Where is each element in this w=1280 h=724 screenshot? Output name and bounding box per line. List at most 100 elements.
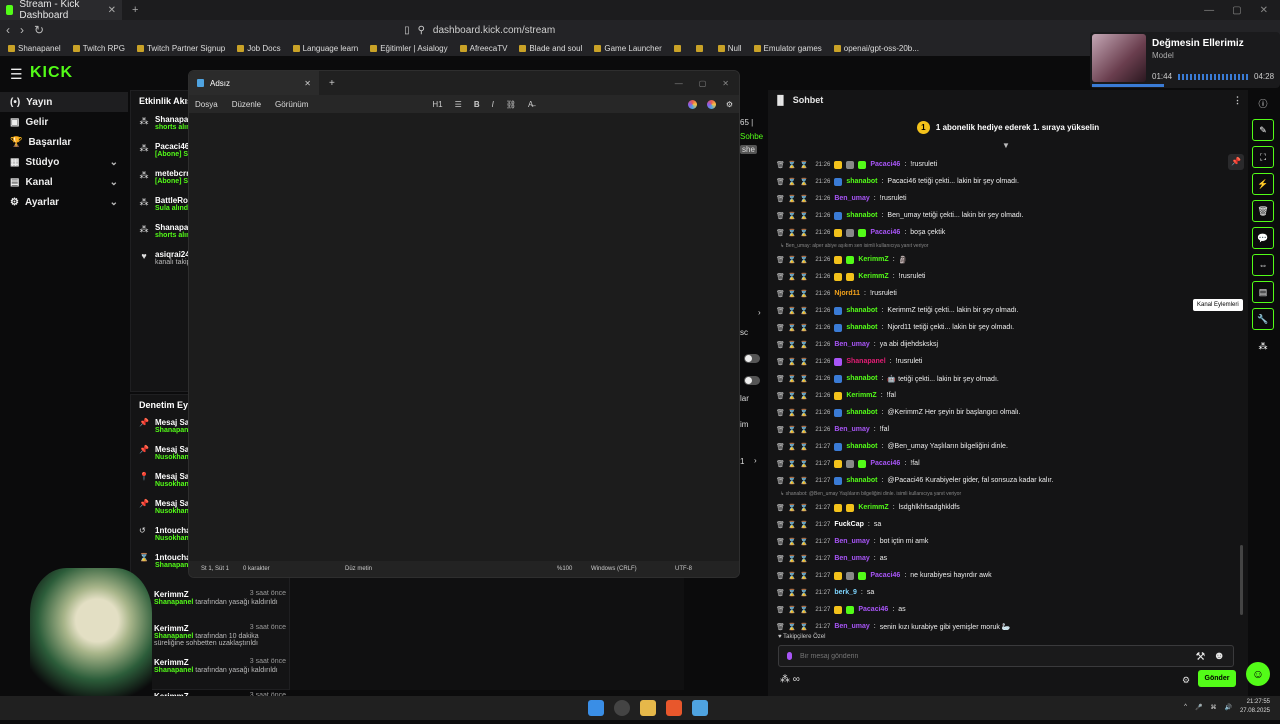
chat-message[interactable]: 🗑⌛⌛ 21:27 Ben_umay: as [776, 550, 1236, 567]
brave-browser-icon[interactable] [666, 700, 682, 716]
close-tab-icon[interactable]: ✕ [304, 79, 311, 88]
chat-message[interactable]: 🗑⌛⌛ 21:27 shanabot: @Ben_umay Yaşlıların bi… [776, 438, 1236, 455]
reload-icon[interactable]: ↻ [34, 23, 44, 37]
mod-quick-actions-icon[interactable]: 🗑⌛⌛ [776, 623, 811, 631]
kick-logo[interactable]: KICK [30, 64, 73, 82]
chat-collapse-icon[interactable]: ▐▌ [774, 95, 787, 105]
mod-quick-actions-icon[interactable]: 🗑⌛⌛ [776, 341, 811, 349]
chevron-right-icon[interactable]: › [754, 456, 757, 465]
chat-message[interactable]: 🗑⌛⌛ 21:26 shanabot: Pacaci46 tetiği çekti..… [776, 173, 1236, 190]
chat-message[interactable]: 🗑⌛⌛ 21:27 berk_9: sa [776, 584, 1236, 601]
screen-capture-icon[interactable]: ⛶ [1252, 146, 1274, 168]
message-username[interactable]: shanabot [846, 212, 877, 219]
chat-message[interactable]: 🗑⌛⌛ 21:26 Shanapanel: !rusruleti [776, 353, 1236, 370]
mod-quick-actions-icon[interactable]: 🗑⌛⌛ [776, 256, 811, 264]
lightning-icon[interactable]: ⚡ [1252, 173, 1274, 195]
clear-format-icon[interactable]: A̶ [528, 100, 533, 109]
media-waveform[interactable] [1178, 74, 1250, 80]
sidebar-item-gelir[interactable]: ▣ Gelir [0, 112, 128, 132]
chat-message-input[interactable] [800, 652, 1188, 660]
mod-quick-actions-icon[interactable]: 🗑⌛⌛ [776, 273, 811, 281]
moderation-history-item[interactable]: KerimmZ 3 saat önce Shanapanel tarafından … [150, 588, 290, 622]
chat-menu-icon[interactable]: ⋮ [1233, 95, 1242, 106]
account-icon[interactable] [706, 99, 716, 109]
new-tab-button[interactable]: + [122, 4, 148, 16]
mod-quick-actions-icon[interactable]: 🗑⌛⌛ [776, 409, 811, 417]
mod-quick-actions-icon[interactable]: 🗑⌛⌛ [776, 195, 811, 203]
sidebar-item-başarılar[interactable]: 🏆 Başarılar [0, 132, 128, 152]
gift-sub-banner[interactable]: 1 1 abonelik hediye ederek 1. sıraya yük… [768, 110, 1248, 144]
mod-quick-actions-icon[interactable]: 🗑⌛⌛ [776, 161, 811, 169]
bookmark-item[interactable]: Null [717, 44, 742, 53]
chat-message[interactable]: 🗑⌛⌛ 21:26 Njord11: !rusruleti [776, 285, 1236, 302]
hamburger-menu-icon[interactable]: ☰ [10, 66, 23, 83]
chat-message[interactable]: 🗑⌛⌛ 21:26 shanabot: Ben_umay tetiği çekti..… [776, 207, 1236, 224]
mod-quick-actions-icon[interactable]: 🗑⌛⌛ [776, 589, 811, 597]
send-button[interactable]: Gönder [1198, 670, 1236, 687]
chat-message[interactable]: 🗑⌛⌛ 21:27 Ben_umay: bot içtin mi amk [776, 533, 1236, 550]
message-username[interactable]: KerimmZ [858, 256, 888, 263]
notepad-icon[interactable] [692, 700, 708, 716]
mod-quick-actions-icon[interactable]: 🗑⌛⌛ [776, 538, 811, 546]
chat-input-box[interactable]: ⚒ ☻ [778, 645, 1234, 667]
settings-gear-icon[interactable]: ⚙ [726, 100, 733, 109]
maximize-icon[interactable]: ▢ [699, 79, 707, 88]
chat-scrollbar[interactable] [1240, 545, 1243, 615]
message-username[interactable]: Pacaci46 [870, 161, 900, 168]
chat-message[interactable]: 🗑⌛⌛ 21:27 Ben_umay: senin kızı kurabiye gib… [776, 618, 1236, 635]
microphone-icon[interactable] [787, 652, 792, 660]
minimize-icon[interactable]: — [1204, 5, 1214, 16]
mod-quick-actions-icon[interactable]: 🗑⌛⌛ [776, 443, 811, 451]
bookmark-item[interactable]: Blade and soul [519, 44, 582, 53]
message-username[interactable]: Ben_umay [834, 538, 869, 545]
bookmark-item[interactable] [695, 44, 706, 52]
chat-message[interactable]: 🗑⌛⌛ 21:27 shanabot: @Pacaci46 Kurabiyeler g… [776, 472, 1236, 489]
mod-quick-actions-icon[interactable]: 🗑⌛⌛ [776, 375, 811, 383]
message-username[interactable]: shanabot [846, 477, 877, 484]
heading-dropdown[interactable]: H1 [432, 100, 442, 109]
sidebar-item-ayarlar[interactable]: ⚙ Ayarlar ⌄ [0, 192, 128, 212]
mod-quick-actions-icon[interactable]: 🗑⌛⌛ [776, 290, 811, 298]
mod-quick-actions-icon[interactable]: 🗑⌛⌛ [776, 504, 811, 512]
message-username[interactable]: Njord11 [834, 290, 860, 297]
chat-message[interactable]: 🗑⌛⌛ 21:27 FuckCap: sa [776, 516, 1236, 533]
site-info-icon[interactable]: ⚲ [418, 25, 425, 36]
maximize-icon[interactable]: ▢ [1232, 5, 1241, 16]
mod-quick-actions-icon[interactable]: 🗑⌛⌛ [776, 178, 811, 186]
back-icon[interactable]: ‹ [6, 23, 10, 37]
chevron-right-icon[interactable]: › [758, 308, 761, 317]
bookmark-item[interactable]: Emulator games [753, 44, 822, 53]
wifi-icon[interactable]: ⌘ [1210, 704, 1216, 711]
expand-banner-icon[interactable]: ▼ [1002, 141, 1010, 150]
message-username[interactable]: Ben_umay [834, 623, 869, 630]
chat-message[interactable]: 🗑⌛⌛ 21:26 Pacaci46: boşa çektik [776, 224, 1236, 241]
mic-tray-icon[interactable]: 🎤 [1195, 704, 1202, 711]
volume-icon[interactable]: 🔊 [1224, 704, 1231, 711]
mod-quick-actions-icon[interactable]: 🗑⌛⌛ [776, 477, 811, 485]
mod-quick-actions-icon[interactable]: 🗑⌛⌛ [776, 426, 811, 434]
message-username[interactable]: berk_9 [834, 589, 857, 596]
wrench-icon[interactable]: 🔧 [1252, 308, 1274, 330]
chat-message[interactable]: 🗑⌛⌛ 21:27 KerimmZ: lsdghlkhfsadghkldfs [776, 499, 1236, 516]
bookmark-item[interactable]: Language learn [292, 44, 358, 53]
toggle-switch[interactable] [744, 354, 760, 363]
sidebar-item-yayın[interactable]: (•) Yayın [0, 92, 128, 112]
close-tab-icon[interactable]: ✕ [108, 5, 116, 16]
chat-message[interactable]: 🗑⌛⌛ 21:27 Pacaci46: ne kurabiyesi hayırdır … [776, 567, 1236, 584]
mod-quick-actions-icon[interactable]: 🗑⌛⌛ [776, 212, 811, 220]
channel-actions-icon[interactable]: ▤ [1252, 281, 1274, 303]
chat-message[interactable]: 🗑⌛⌛ 21:26 Ben_umay: !fal [776, 421, 1236, 438]
moderation-history-item[interactable]: KerimmZ 3 saat önce Shanapanel tarafından … [150, 622, 290, 656]
media-progress-bar[interactable] [1092, 84, 1164, 87]
new-tab-button[interactable]: + [319, 78, 345, 89]
message-username[interactable]: Shanapanel [846, 358, 885, 365]
message-username[interactable]: Pacaci46 [870, 229, 900, 236]
chat-message[interactable]: 🗑⌛⌛ 21:26 Ben_umay: ya abi dijehdsksksj [776, 336, 1236, 353]
sidebar-item-stüdyo[interactable]: ▦ Stüdyo ⌄ [0, 152, 128, 172]
forward-icon[interactable]: › [20, 23, 24, 37]
list-dropdown-icon[interactable]: ☰ [455, 100, 462, 109]
bookmark-item[interactable] [673, 44, 684, 52]
bookmark-item[interactable]: openai/gpt-oss-20b... [833, 44, 919, 53]
message-username[interactable]: Pacaci46 [870, 572, 900, 579]
menu-file[interactable]: Dosya [195, 100, 218, 109]
